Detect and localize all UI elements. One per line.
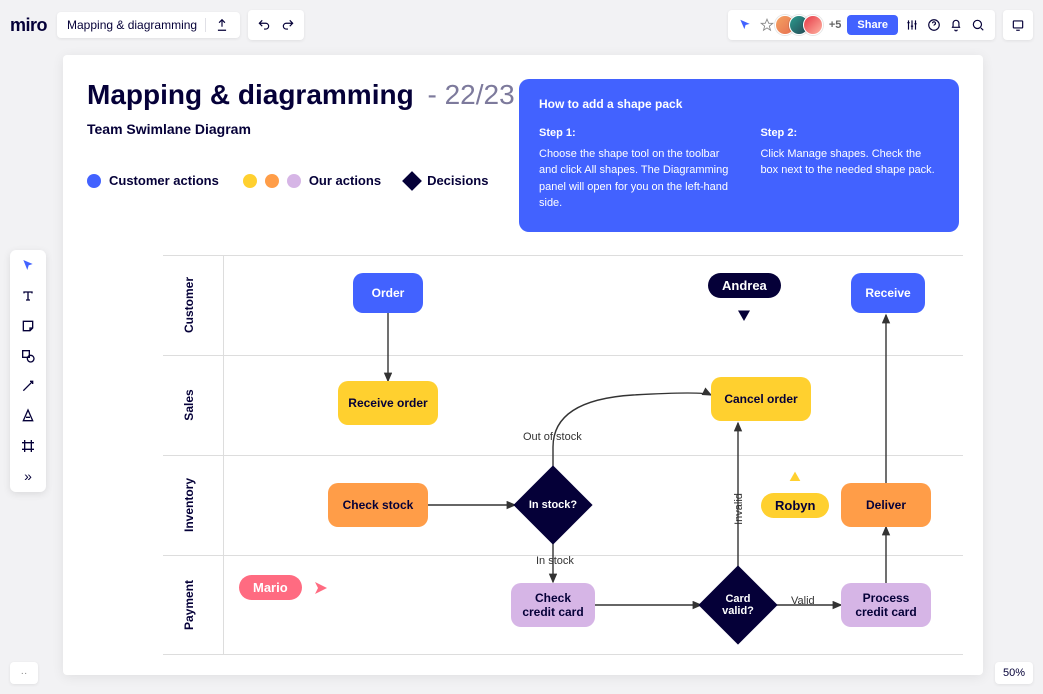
canvas-frame[interactable]: Mapping & diagramming - 22/23 Team Swiml… [63, 55, 983, 675]
connector-tool[interactable] [18, 376, 38, 396]
legend-label: Our actions [309, 173, 381, 188]
avatar [803, 15, 823, 35]
step-body: Choose the shape tool on the toolbar and… [539, 146, 732, 212]
miro-logo[interactable]: miro [10, 15, 47, 36]
diamond-icon [402, 171, 422, 191]
lane-label: Inventory [182, 465, 196, 545]
cursor-robyn: Robyn [761, 469, 829, 518]
step-title: Step 2: [760, 125, 939, 142]
legend-customer-actions: Customer actions [87, 173, 219, 188]
frame-title: Mapping & diagramming - 22/23 [87, 79, 515, 111]
avatar-stack[interactable] [781, 15, 823, 35]
frame-tool[interactable] [18, 436, 38, 456]
node-order[interactable]: Order [353, 273, 423, 313]
info-step-1: Step 1: Choose the shape tool on the too… [539, 125, 732, 212]
cursor-label: Robyn [761, 493, 829, 518]
present-button[interactable] [1003, 10, 1033, 40]
topbar: miro Mapping & diagramming [10, 10, 1033, 40]
edge-label-in-stock: In stock [536, 555, 574, 567]
legend-decisions: Decisions [405, 173, 488, 188]
cursor-label: Mario [239, 575, 302, 600]
title-main: Mapping & diagramming [87, 79, 414, 110]
info-panel: How to add a shape pack Step 1: Choose t… [519, 79, 959, 232]
cursor-mario: Mario [239, 575, 330, 600]
diamond-label: Card valid? [710, 593, 766, 617]
cursor-andrea: Andrea [708, 273, 781, 324]
node-receive[interactable]: Receive [851, 273, 925, 313]
reactions-icon[interactable] [759, 17, 775, 33]
legend-label: Customer actions [109, 173, 219, 188]
separator [205, 18, 206, 32]
undo-redo-group [248, 10, 304, 40]
swimlane-diagram[interactable]: Customer Sales Inventory Payment [163, 255, 963, 665]
frame-header: Mapping & diagramming - 22/23 Team Swiml… [63, 55, 983, 232]
pen-tool[interactable] [18, 406, 38, 426]
notifications-icon[interactable] [948, 17, 964, 33]
node-cancel-order[interactable]: Cancel order [711, 377, 811, 421]
help-icon[interactable] [926, 17, 942, 33]
cursor-arrow-icon [735, 306, 753, 324]
cursor-label: Andrea [708, 273, 781, 298]
node-check-credit-card[interactable]: Check credit card [511, 583, 595, 627]
share-button[interactable]: Share [847, 15, 898, 35]
lane-customer: Customer [163, 255, 963, 355]
edge-label-valid: Valid [791, 595, 815, 607]
cursor-arrow-icon [312, 579, 330, 597]
more-tools[interactable]: » [18, 466, 38, 486]
legend: Customer actions Our actions Decisions [87, 173, 515, 188]
topbar-right: +5 Share [728, 10, 1033, 40]
tool-toolbar: » [10, 250, 46, 492]
search-icon[interactable] [970, 17, 986, 33]
board-name-text: Mapping & diagramming [67, 18, 197, 32]
node-deliver[interactable]: Deliver [841, 483, 931, 527]
collab-cluster: +5 Share [728, 10, 995, 40]
redo-icon[interactable] [280, 17, 296, 33]
dot-icon [243, 174, 257, 188]
shape-tool[interactable] [18, 346, 38, 366]
info-panel-title: How to add a shape pack [539, 95, 939, 113]
lane-label: Sales [182, 365, 196, 445]
cursor-icon[interactable] [737, 17, 753, 33]
frames-pager[interactable]: ·· [10, 662, 38, 684]
edge-label-out-of-stock: Out of stock [523, 431, 582, 443]
export-icon[interactable] [214, 17, 230, 33]
frame-subtitle: Team Swimlane Diagram [87, 121, 515, 137]
text-tool[interactable] [18, 286, 38, 306]
board-name-chip[interactable]: Mapping & diagramming [57, 12, 240, 38]
settings-icon[interactable] [904, 17, 920, 33]
dot-icon [287, 174, 301, 188]
dot-icon [87, 174, 101, 188]
node-receive-order[interactable]: Receive order [338, 381, 438, 425]
legend-label: Decisions [427, 173, 488, 188]
sticky-note-tool[interactable] [18, 316, 38, 336]
node-process-credit-card[interactable]: Process credit card [841, 583, 931, 627]
step-title: Step 1: [539, 125, 732, 142]
step-body: Click Manage shapes. Check the box next … [760, 146, 939, 179]
dot-icon [265, 174, 279, 188]
zoom-indicator[interactable]: 50% [995, 662, 1033, 684]
lane-label: Customer [182, 265, 196, 345]
edge-label-invalid: Invalid [733, 493, 745, 525]
avatar-overflow[interactable]: +5 [829, 19, 842, 31]
cursor-arrow-icon [787, 469, 803, 485]
legend-our-actions: Our actions [243, 173, 381, 188]
diamond-label: In stock? [525, 499, 581, 511]
lane-label: Payment [182, 565, 196, 645]
title-suffix: - 22/23 [427, 79, 514, 110]
undo-icon[interactable] [256, 17, 272, 33]
node-check-stock[interactable]: Check stock [328, 483, 428, 527]
select-tool[interactable] [18, 256, 38, 276]
info-step-2: Step 2: Click Manage shapes. Check the b… [760, 125, 939, 212]
